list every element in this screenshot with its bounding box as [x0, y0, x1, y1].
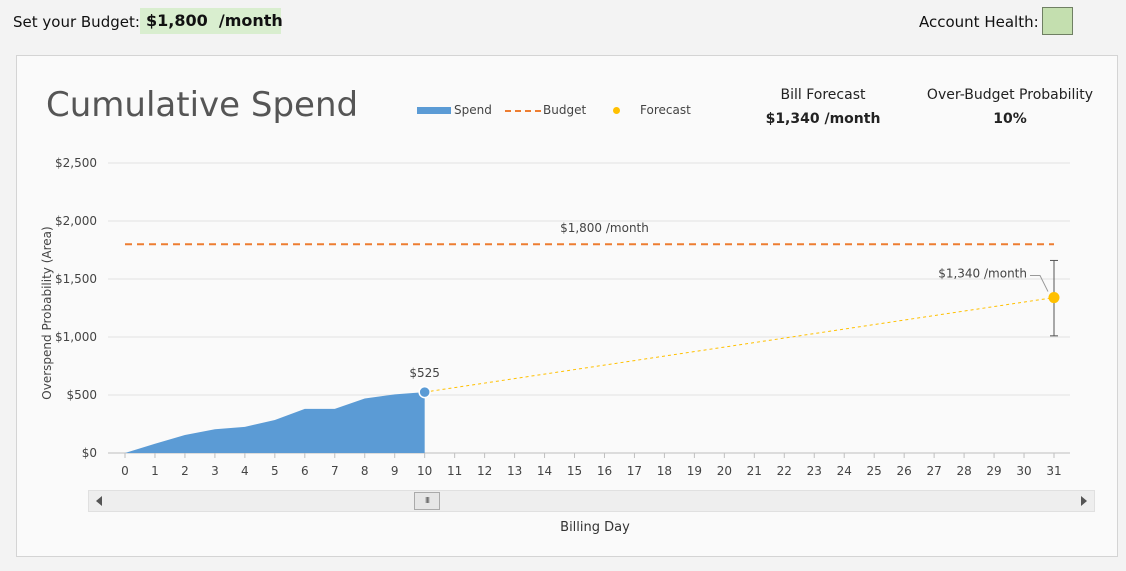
x-tick-label: 29 [986, 464, 1001, 478]
y-tick-label: $0 [82, 446, 97, 460]
x-tick-label: 13 [507, 464, 522, 478]
y-tick-label: $1,000 [55, 330, 97, 344]
x-tick-label: 20 [717, 464, 732, 478]
x-tick-label: 10 [417, 464, 432, 478]
x-tick-label: 22 [777, 464, 792, 478]
x-tick-label: 5 [271, 464, 279, 478]
chart-scrollbar[interactable]: III [88, 490, 1095, 512]
forecast-line [424, 297, 1055, 393]
x-tick-label: 19 [687, 464, 702, 478]
forecast-point [1048, 292, 1060, 304]
x-tick-label: 31 [1046, 464, 1061, 478]
x-tick-label: 16 [597, 464, 612, 478]
spend-current-point [418, 385, 431, 399]
x-tick-label: 9 [391, 464, 399, 478]
x-tick-label: 30 [1016, 464, 1031, 478]
x-tick-label: 3 [211, 464, 219, 478]
x-tick-label: 28 [956, 464, 971, 478]
x-axis-label: Billing Day [560, 520, 630, 535]
cumulative-spend-chart: $0$500$1,000$1,500$2,000$2,5000 1 2 3 4 5 6 7 8 9… [40, 156, 1070, 478]
x-tick-label: 17 [627, 464, 642, 478]
y-tick-label: $500 [66, 388, 97, 402]
forecast-point-label: $1,340 /month [938, 267, 1027, 281]
y-tick-label: $1,500 [55, 272, 97, 286]
scroll-right-arrow-icon[interactable] [1081, 496, 1087, 506]
x-tick-label: 0 [121, 464, 129, 478]
x-tick-label: 7 [331, 464, 339, 478]
spend-current-label: $525 [409, 366, 440, 380]
y-tick-label: $2,000 [55, 214, 97, 228]
x-tick-label: 26 [897, 464, 912, 478]
y-axis-title: Overspend Probability (Area) [40, 226, 54, 399]
x-tick-label: 6 [301, 464, 309, 478]
scrollbar-thumb[interactable]: III [414, 492, 440, 510]
x-tick-label: 21 [747, 464, 762, 478]
x-tick-label: 2 [181, 464, 189, 478]
x-tick-label: 4 [241, 464, 249, 478]
x-tick-label: 1 [151, 464, 159, 478]
x-tick-label: 8 [361, 464, 369, 478]
scroll-left-arrow-icon[interactable] [96, 496, 102, 506]
x-tick-label: 11 [447, 464, 462, 478]
x-tick-label: 18 [657, 464, 672, 478]
x-tick-label: 23 [807, 464, 822, 478]
budget-line-label: $1,800 /month [560, 221, 649, 235]
x-tick-label: 15 [567, 464, 582, 478]
x-tick-label: 27 [926, 464, 941, 478]
forecast-label-leader [1030, 275, 1049, 292]
x-tick-label: 25 [867, 464, 882, 478]
y-tick-label: $2,500 [55, 156, 97, 170]
x-tick-label: 14 [537, 464, 552, 478]
x-tick-label: 12 [477, 464, 492, 478]
x-tick-label: 24 [837, 464, 852, 478]
spend-area [125, 392, 425, 453]
